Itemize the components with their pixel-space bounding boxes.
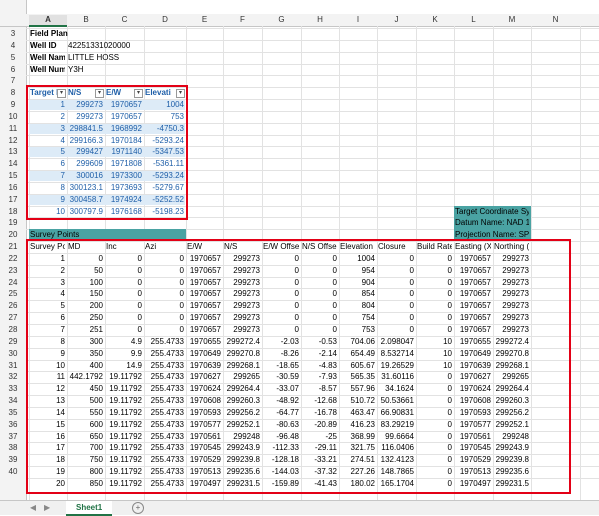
row-header[interactable]: 12: [0, 136, 26, 146]
row-header[interactable]: 10: [0, 112, 26, 122]
column-header-d[interactable]: D: [144, 15, 186, 25]
row-header[interactable]: 18: [0, 207, 26, 217]
row-header[interactable]: 38: [0, 443, 26, 453]
well-name-label: Well Nam: [30, 52, 65, 62]
row-header[interactable]: 32: [0, 372, 26, 382]
row-header[interactable]: 4: [0, 41, 26, 51]
row-header[interactable]: 40: [0, 467, 26, 477]
datum-name: Datum Name: NAD 1: [455, 218, 529, 228]
column-header-j[interactable]: J: [377, 15, 416, 25]
column-header-f[interactable]: F: [223, 15, 262, 25]
column-header-m[interactable]: M: [493, 15, 531, 25]
row-header[interactable]: 5: [0, 53, 26, 63]
well-num-value: Y3H: [68, 64, 84, 74]
row-header[interactable]: 19: [0, 218, 26, 228]
column-gridline: [580, 26, 581, 500]
column-header-k[interactable]: K: [416, 15, 454, 25]
row-header[interactable]: 6: [0, 65, 26, 75]
row-header[interactable]: 13: [0, 147, 26, 157]
row-header[interactable]: 9: [0, 100, 26, 110]
column-header-c[interactable]: C: [105, 15, 144, 25]
column-header-a[interactable]: A: [29, 15, 67, 27]
row-header[interactable]: 28: [0, 325, 26, 335]
arrow-left-icon[interactable]: ◀: [30, 503, 36, 513]
row-header[interactable]: 7: [0, 76, 26, 86]
row-header[interactable]: 25: [0, 289, 26, 299]
column-header-h[interactable]: H: [301, 15, 339, 25]
row-gridline: [26, 28, 599, 29]
row-header[interactable]: 16: [0, 183, 26, 193]
row-header[interactable]: 27: [0, 313, 26, 323]
row-header[interactable]: 17: [0, 195, 26, 205]
row-header[interactable]: 14: [0, 159, 26, 169]
row-header[interactable]: 30: [0, 349, 26, 359]
target-table-highlight: [26, 85, 188, 221]
field-plan-title: Field Plan: [30, 29, 68, 38]
column-header-n[interactable]: N: [531, 15, 580, 25]
row-header[interactable]: 33: [0, 384, 26, 394]
row-header[interactable]: 15: [0, 171, 26, 181]
spreadsheet[interactable]: A B C D E F G H I J K L M N 3 4 5 6 7 8 9 10 11 12 13 14 15 16 17 18 1…: [0, 0, 599, 516]
sheet-tab-bar: ◀ ▶ Sheet1 +: [0, 500, 599, 516]
row-header[interactable]: 36: [0, 420, 26, 430]
row-header[interactable]: 29: [0, 337, 26, 347]
row-gridline: [26, 75, 599, 77]
column-header-g[interactable]: G: [262, 15, 301, 25]
well-id-value: 42251331020000: [68, 40, 131, 50]
sheet-tab-label: Sheet1: [76, 503, 103, 512]
row-header[interactable]: 22: [0, 254, 26, 264]
row-header[interactable]: 34: [0, 396, 26, 406]
row-header[interactable]: 8: [0, 88, 26, 98]
row-header[interactable]: 35: [0, 408, 26, 418]
plus-circle-icon[interactable]: +: [132, 502, 144, 514]
row-header[interactable]: 31: [0, 361, 26, 371]
well-name-value: LITTLE HOSS: [68, 52, 120, 62]
row-header[interactable]: 3: [0, 29, 26, 39]
row-header[interactable]: 23: [0, 266, 26, 276]
row-gridline: [26, 63, 599, 65]
column-header-l[interactable]: L: [454, 15, 493, 25]
column-header-i[interactable]: I: [339, 15, 377, 25]
row-header[interactable]: 26: [0, 301, 26, 311]
row-header[interactable]: 37: [0, 432, 26, 442]
row-header[interactable]: 21: [0, 242, 26, 252]
column-header-e[interactable]: E: [186, 15, 223, 25]
well-num-label: Well Num: [30, 64, 65, 74]
column-header-b[interactable]: B: [67, 15, 105, 25]
row-header[interactable]: 11: [0, 124, 26, 134]
well-id-label: Well ID: [30, 40, 57, 50]
survey-table-highlight: [26, 239, 571, 495]
row-header[interactable]: 20: [0, 230, 26, 240]
arrow-right-icon[interactable]: ▶: [44, 503, 50, 513]
target-coordinate-title: Target Coordinate Sy: [455, 206, 529, 216]
row-header[interactable]: 24: [0, 278, 26, 288]
row-header[interactable]: 39: [0, 455, 26, 465]
